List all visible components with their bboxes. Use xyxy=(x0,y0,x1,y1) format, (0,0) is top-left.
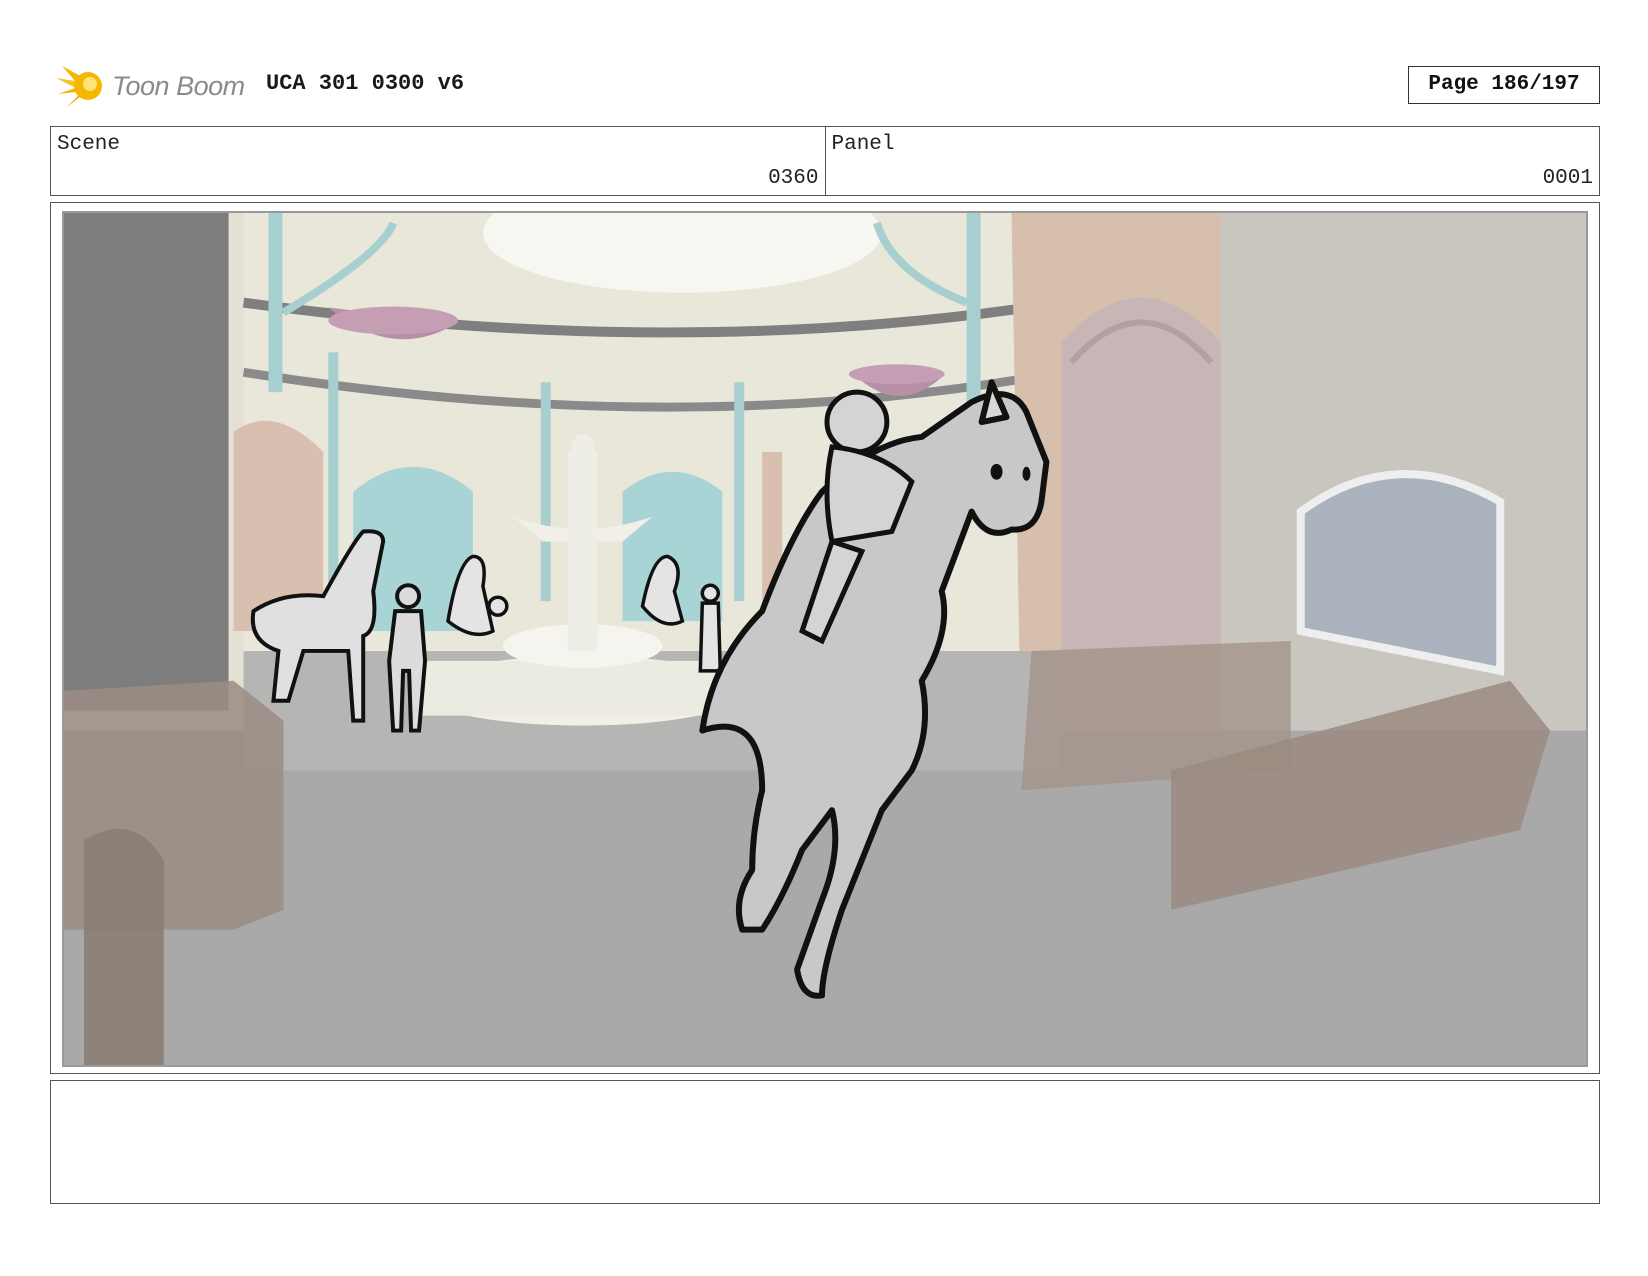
panel-label: Panel xyxy=(831,133,895,156)
logo-wordmark: Toon Boom xyxy=(112,71,245,101)
scene-label: Scene xyxy=(57,133,121,156)
storyboard-panel-image xyxy=(62,211,1588,1067)
page-indicator: Page 186/197 xyxy=(1408,66,1600,104)
scene-panel-info: Scene 0360 Panel 0001 xyxy=(50,126,1600,196)
starburst-icon xyxy=(56,66,102,108)
page-header: Toon Boom UCA 301 0300 v6 Page 186/197 xyxy=(50,58,1600,112)
panel-cell: Panel 0001 xyxy=(824,127,1600,195)
panel-number: 0001 xyxy=(1542,167,1593,190)
document-title: UCA 301 0300 v6 xyxy=(266,71,465,96)
toon-boom-logo: Toon Boom xyxy=(54,60,250,112)
panel-notes-box xyxy=(50,1080,1600,1204)
scene-number: 0360 xyxy=(768,167,819,190)
storyboard-panel-frame xyxy=(50,202,1600,1074)
scene-cell: Scene 0360 xyxy=(51,127,825,195)
storyboard-sketch xyxy=(64,213,1586,1065)
